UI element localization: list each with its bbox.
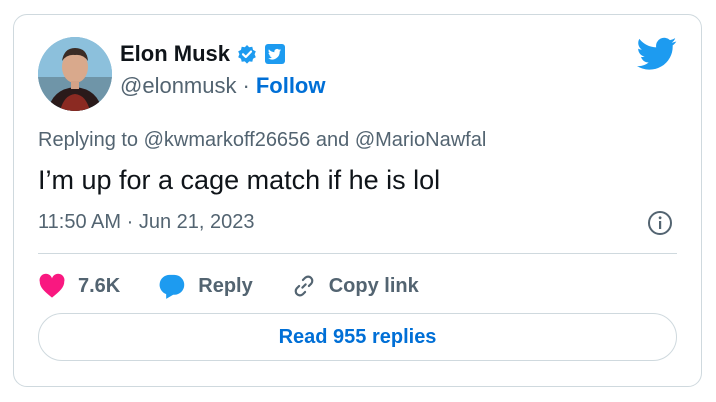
read-replies-button[interactable]: Read 955 replies — [38, 313, 677, 361]
tweet-date[interactable]: Jun 21, 2023 — [139, 211, 255, 233]
bird-badge-icon — [264, 43, 286, 65]
tweet-time[interactable]: 11:50 AM — [38, 211, 121, 233]
verified-icon — [236, 43, 258, 65]
like-count: 7.6K — [78, 274, 121, 297]
reply-label: Reply — [198, 274, 253, 297]
copy-link-label: Copy link — [328, 274, 419, 297]
action-bar: 7.6K Reply Copy link — [38, 269, 457, 303]
copy-link-button[interactable]: Copy link — [291, 273, 419, 299]
divider — [38, 253, 677, 254]
like-button[interactable]: 7.6K — [38, 273, 120, 299]
reply-mention-1[interactable]: @kwmarkoff26656 — [144, 129, 311, 151]
reply-context: Replying to @kwmarkoff26656 and @MarioNa… — [38, 129, 486, 152]
author-handle[interactable]: @elonmusk — [120, 73, 237, 99]
twitter-logo-icon[interactable] — [637, 37, 677, 71]
heart-icon — [38, 273, 66, 299]
reply-bubble-icon — [158, 273, 186, 299]
avatar[interactable] — [38, 37, 112, 111]
timestamp[interactable]: 11:50 AM · Jun 21, 2023 — [38, 211, 254, 234]
tweet-text: I’m up for a cage match if he is lol — [38, 165, 441, 195]
tweet-embed-card: Elon Musk @elonmusk · Follow Replying to… — [13, 14, 702, 387]
reply-button[interactable]: Reply — [158, 273, 253, 299]
handle-separator: · — [242, 73, 250, 98]
reply-mention-2[interactable]: @MarioNawfal — [355, 129, 486, 151]
reply-conjunction: and — [315, 129, 350, 151]
link-icon — [291, 273, 317, 299]
follow-button[interactable]: Follow — [256, 73, 326, 99]
timestamp-separator: · — [126, 211, 134, 233]
reply-prefix: Replying to — [38, 129, 139, 151]
author-name[interactable]: Elon Musk — [120, 41, 230, 67]
info-icon[interactable] — [647, 210, 673, 236]
